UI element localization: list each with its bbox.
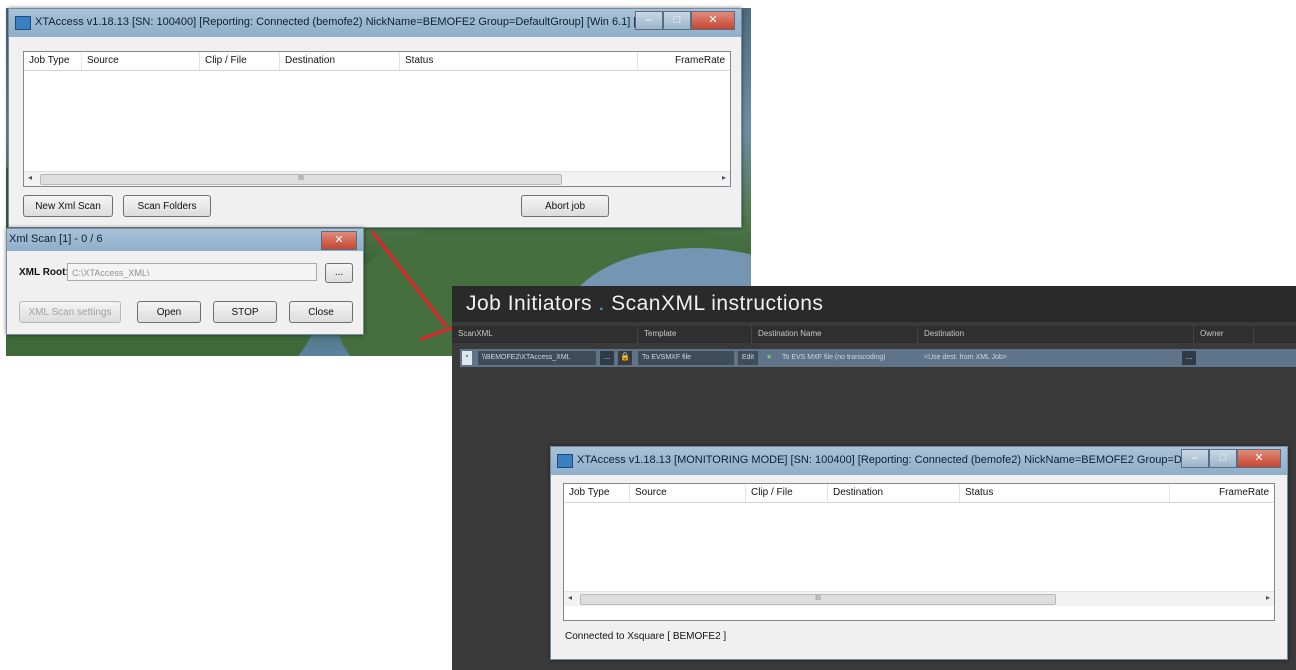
- horizontal-scrollbar[interactable]: ◂ III ▸: [564, 591, 1274, 606]
- stop-button[interactable]: STOP: [213, 301, 277, 323]
- horizontal-scrollbar[interactable]: ◂ III ▸: [24, 171, 730, 186]
- document-icon: ▪: [462, 351, 472, 365]
- xml-scan-dialog: Xml Scan [1] - 0 / 6 ✕ XML Root: C:\XTAc…: [6, 228, 364, 335]
- column-header[interactable]: Status: [400, 52, 638, 70]
- job-list-table[interactable]: Job Type Source Clip / File Destination …: [23, 51, 731, 187]
- xtaccess-main-window: XTAccess v1.18.13 [SN: 100400] [Reportin…: [8, 8, 742, 228]
- minimize-icon[interactable]: –: [635, 11, 663, 30]
- column-header[interactable]: Destination Name: [752, 326, 918, 343]
- maximize-icon[interactable]: □: [1209, 449, 1237, 468]
- browse-button[interactable]: ...: [325, 263, 353, 283]
- abort-job-button[interactable]: Abort job: [521, 195, 609, 217]
- destination-field[interactable]: <Use dest. from XML Job>: [920, 351, 1176, 365]
- table-header: Job Type Source Clip / File Destination …: [24, 52, 730, 71]
- column-header[interactable]: Job Type: [564, 484, 630, 502]
- scan-path-field[interactable]: \\BEMOFE2\XTAccess_XML: [478, 351, 596, 365]
- column-header[interactable]: Destination: [828, 484, 960, 502]
- column-header[interactable]: ScanXML: [452, 326, 638, 343]
- connection-status-text: Connected to Xsquare [ BEMOFE2 ]: [565, 631, 727, 642]
- column-header[interactable]: Job Type: [24, 52, 82, 70]
- caption-buttons: – □ ✕: [1181, 449, 1281, 468]
- window-title: XTAccess v1.18.13 [SN: 100400] [Reportin…: [35, 16, 675, 28]
- destination-browse-button[interactable]: ...: [1182, 351, 1196, 365]
- dialog-title-bar: Xml Scan [1] - 0 / 6 ✕: [7, 229, 363, 251]
- banner-title: Job Initiators: [466, 292, 593, 315]
- xml-root-field[interactable]: C:\XTAccess_XML\: [67, 263, 317, 281]
- caption-buttons: – □ ✕: [635, 11, 735, 30]
- scroll-thumb[interactable]: III: [40, 174, 562, 185]
- instructions-header: ScanXML Template Destination Name Destin…: [452, 326, 1296, 343]
- column-header[interactable]: FrameRate: [1170, 484, 1274, 502]
- column-header[interactable]: Clip / File: [746, 484, 828, 502]
- column-header[interactable]: Owner: [1194, 326, 1254, 343]
- scanxml-instruction-row[interactable]: ▪ \\BEMOFE2\XTAccess_XML ... 🔒 To EVSMXF…: [460, 349, 1296, 367]
- column-header[interactable]: Destination: [280, 52, 400, 70]
- lock-icon[interactable]: 🔒: [618, 351, 632, 365]
- dialog-title: Xml Scan [1] - 0 / 6: [9, 233, 103, 245]
- destination-name: To EVS MXF file (no transcoding): [778, 351, 918, 365]
- scroll-right-icon[interactable]: ▸: [722, 173, 726, 182]
- column-header[interactable]: Status: [960, 484, 1170, 502]
- new-xml-scan-button[interactable]: New Xml Scan: [23, 195, 113, 217]
- scan-folders-button[interactable]: Scan Folders: [123, 195, 211, 217]
- edit-template-button[interactable]: Edit: [738, 351, 758, 365]
- xml-root-label: XML Root:: [19, 267, 69, 278]
- column-header[interactable]: FrameRate: [638, 52, 730, 70]
- open-button[interactable]: Open: [137, 301, 201, 323]
- scroll-right-icon[interactable]: ▸: [1266, 593, 1270, 602]
- xtaccess-monitoring-window: XTAccess v1.18.13 [MONITORING MODE] [SN:…: [550, 446, 1288, 660]
- banner-subtitle: ScanXML instructions: [611, 292, 824, 315]
- scroll-left-icon[interactable]: ◂: [568, 593, 572, 602]
- template-select[interactable]: To EVSMXF file: [638, 351, 734, 365]
- minimize-icon[interactable]: –: [1181, 449, 1209, 468]
- app-icon: [557, 454, 573, 468]
- xml-scan-settings-button[interactable]: XML Scan settings: [19, 301, 121, 323]
- column-header[interactable]: Template: [638, 326, 752, 343]
- window-title: XTAccess v1.18.13 [MONITORING MODE] [SN:…: [577, 454, 1197, 466]
- column-header[interactable]: Source: [82, 52, 200, 70]
- title-bar: XTAccess v1.18.13 [SN: 100400] [Reportin…: [9, 9, 741, 37]
- scroll-thumb[interactable]: III: [580, 594, 1056, 605]
- scroll-left-icon[interactable]: ◂: [28, 173, 32, 182]
- scan-path-browse-button[interactable]: ...: [600, 351, 614, 365]
- column-header[interactable]: Clip / File: [200, 52, 280, 70]
- close-icon[interactable]: ✕: [691, 11, 735, 30]
- title-bar: XTAccess v1.18.13 [MONITORING MODE] [SN:…: [551, 447, 1287, 475]
- maximize-icon[interactable]: □: [663, 11, 691, 30]
- table-header: Job Type Source Clip / File Destination …: [564, 484, 1274, 503]
- column-header[interactable]: Destination: [918, 326, 1194, 343]
- column-header[interactable]: Source: [630, 484, 746, 502]
- banner-separator: .: [598, 292, 605, 315]
- close-icon[interactable]: ✕: [1237, 449, 1281, 468]
- close-icon[interactable]: ✕: [321, 231, 357, 250]
- job-list-table[interactable]: Job Type Source Clip / File Destination …: [563, 483, 1275, 621]
- close-button[interactable]: Close: [289, 301, 353, 323]
- panel-banner: Job Initiators . ScanXML instructions: [452, 286, 1296, 322]
- app-icon: [15, 16, 31, 30]
- green-status-icon: ●: [762, 351, 776, 365]
